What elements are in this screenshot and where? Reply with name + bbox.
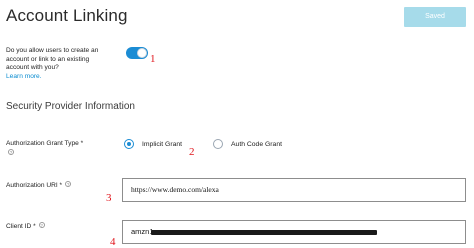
grant-type-label-text: Authorization Grant Type * [6, 140, 84, 147]
section-title: Security Provider Information [6, 101, 135, 112]
client-id-label: Client ID *? [6, 222, 45, 231]
help-circle-icon[interactable]: ? [8, 149, 14, 155]
annotation-2: 2 [189, 146, 195, 158]
authorization-uri-input[interactable]: https://www.demo.com/alexa [122, 178, 466, 202]
account-linking-toggle[interactable] [126, 47, 148, 59]
learn-more-link[interactable]: Learn more. [6, 73, 114, 82]
account-linking-question-text: Do you allow users to create an account … [6, 47, 99, 72]
account-linking-question: Do you allow users to create an account … [6, 47, 114, 81]
help-circle-icon[interactable]: ? [65, 181, 72, 187]
radio-implicit-grant[interactable] [124, 139, 134, 149]
auth-code-grant-label: Auth Code Grant [231, 141, 283, 148]
implicit-grant-label: Implicit Grant [142, 141, 183, 148]
toggle-knob [137, 48, 147, 58]
authorization-uri-label: Authorization URI *? [6, 181, 72, 190]
grant-type-label: Authorization Grant Type * [6, 139, 83, 148]
help-circle-icon[interactable]: ? [38, 222, 45, 228]
page-title: Account Linking [6, 6, 128, 25]
redaction-bar [151, 230, 377, 235]
annotation-1: 1 [150, 53, 156, 65]
authorization-uri-label-text: Authorization URI * [6, 182, 63, 189]
annotation-3: 3 [106, 192, 112, 204]
save-button[interactable]: Saved [404, 7, 466, 27]
annotation-4: 4 [110, 236, 116, 248]
client-id-label-text: Client ID * [6, 223, 36, 230]
client-id-input[interactable]: amzn1 [122, 220, 466, 244]
radio-auth-code-grant[interactable] [213, 139, 223, 149]
